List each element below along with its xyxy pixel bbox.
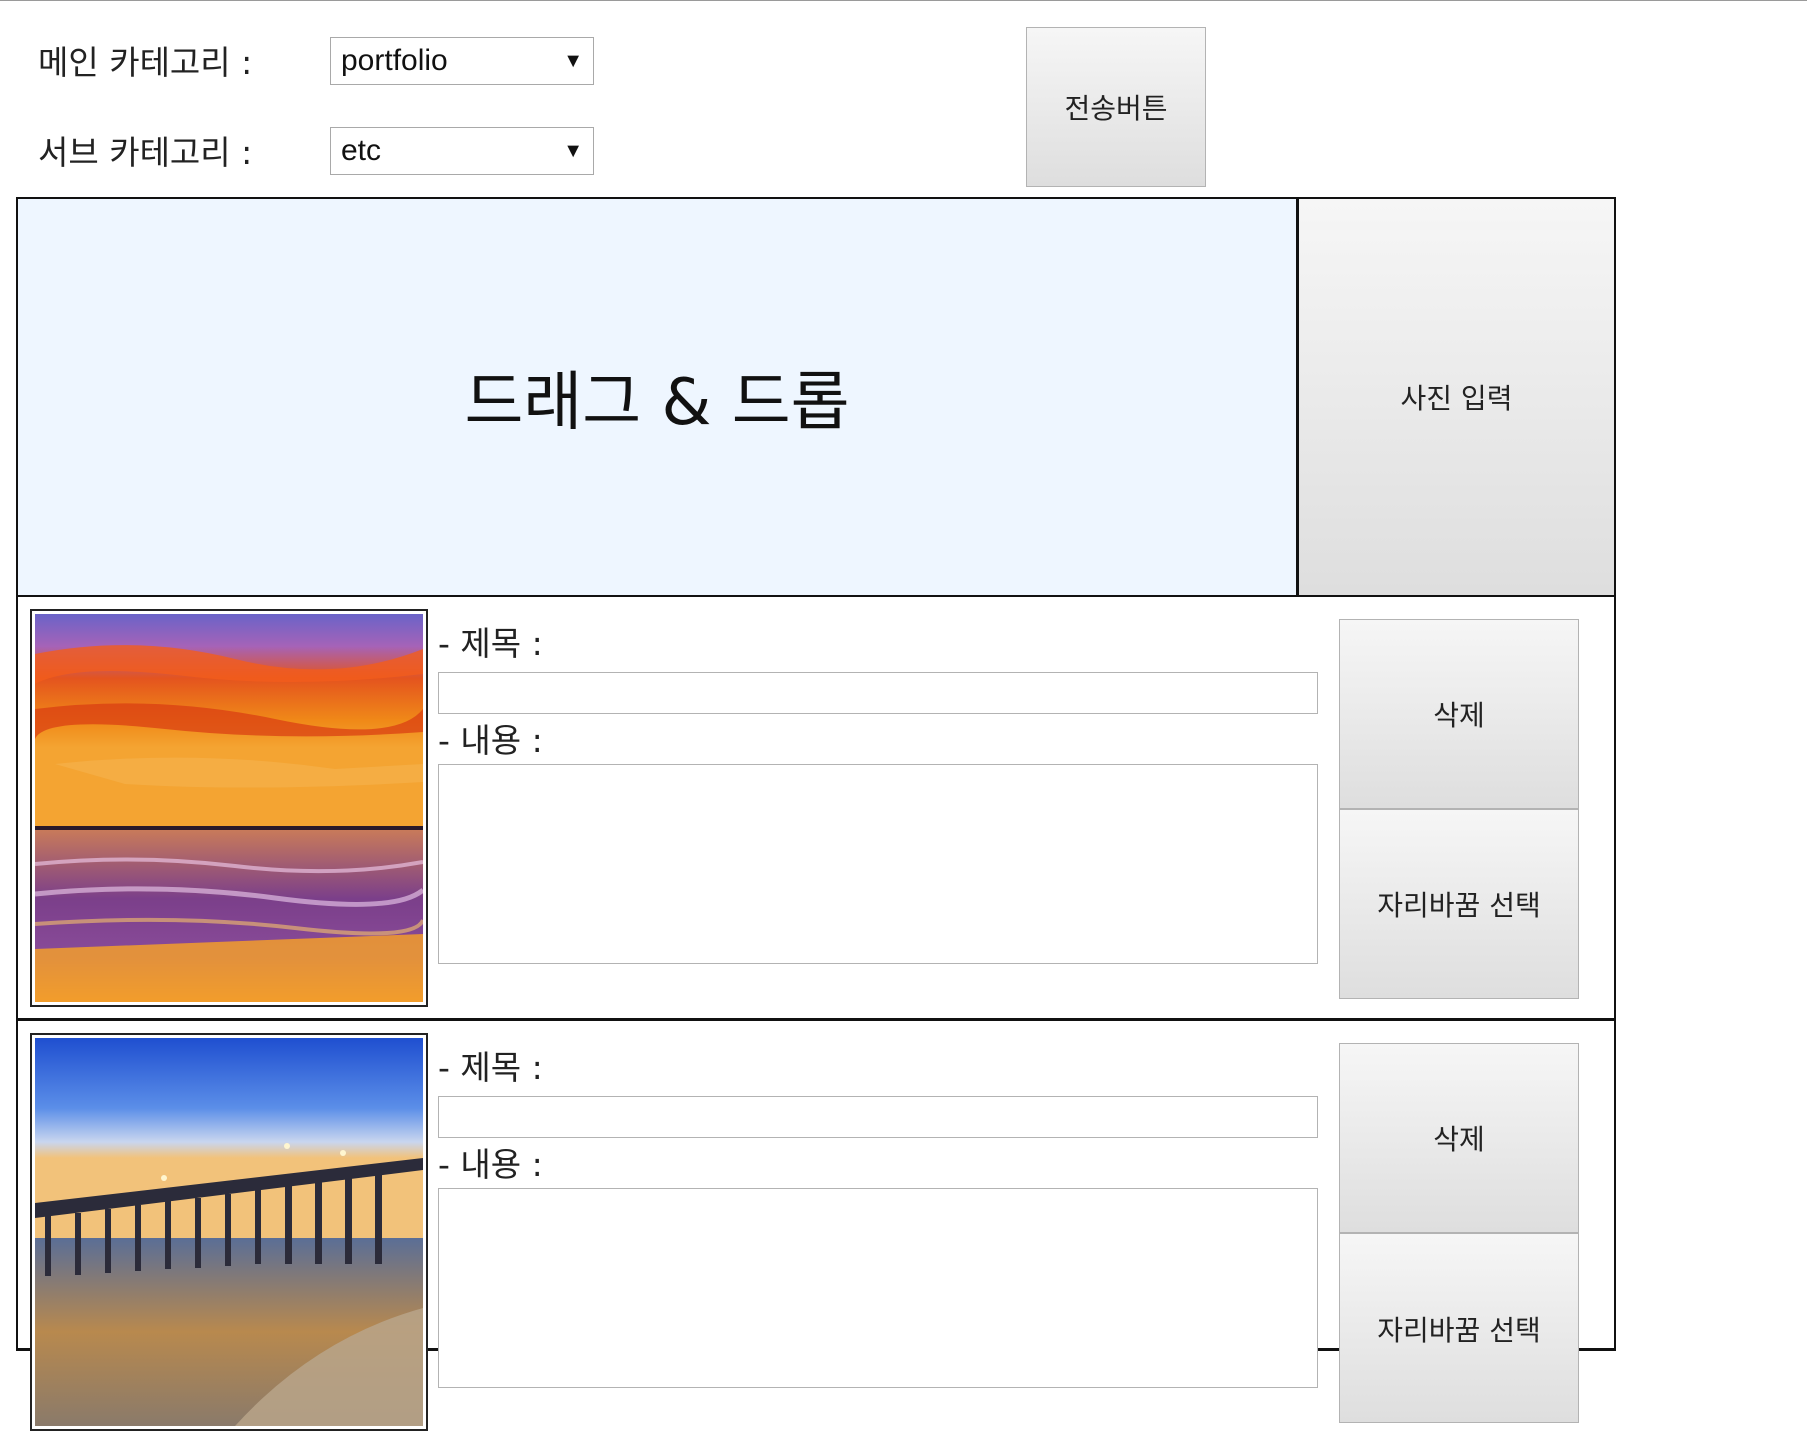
photo-thumbnail-frame bbox=[30, 1033, 428, 1431]
swap-select-button-label: 자리바꿈 선택 bbox=[1377, 889, 1541, 922]
content-label: - 내용 : bbox=[438, 1145, 543, 1184]
title-input[interactable] bbox=[438, 1096, 1318, 1138]
photo-thumbnail-frame bbox=[30, 609, 428, 1007]
submit-button[interactable]: 전송버튼 bbox=[1026, 27, 1206, 187]
photo-input-label: 사진 입력 bbox=[1400, 382, 1513, 415]
swap-select-button[interactable]: 자리바꿈 선택 bbox=[1339, 1233, 1579, 1423]
submit-button-label: 전송버튼 bbox=[1064, 92, 1168, 125]
content-textarea[interactable] bbox=[438, 764, 1318, 964]
delete-button[interactable]: 삭제 bbox=[1339, 1043, 1579, 1233]
photo-input-button[interactable]: 사진 입력 bbox=[1299, 199, 1614, 595]
title-label: - 제목 : bbox=[438, 1048, 543, 1087]
title-label: - 제목 : bbox=[438, 624, 543, 663]
photo-thumbnail bbox=[35, 1038, 423, 1426]
content-textarea[interactable] bbox=[438, 1188, 1318, 1388]
title-input[interactable] bbox=[438, 672, 1318, 714]
sub-category-select[interactable]: etc ▼ bbox=[330, 127, 594, 175]
delete-button-label: 삭제 bbox=[1433, 1123, 1485, 1156]
swap-select-button[interactable]: 자리바꿈 선택 bbox=[1339, 809, 1579, 999]
delete-button-label: 삭제 bbox=[1433, 699, 1485, 732]
main-category-value: portfolio bbox=[341, 44, 448, 77]
top-divider bbox=[0, 0, 1807, 1]
drag-drop-text: 드래그 & 드롭 bbox=[464, 366, 850, 440]
main-category-label: 메인 카테고리 : bbox=[38, 43, 253, 82]
main-category-select[interactable]: portfolio ▼ bbox=[330, 37, 594, 85]
chevron-down-icon: ▼ bbox=[563, 50, 583, 72]
chevron-down-icon: ▼ bbox=[563, 140, 583, 162]
sub-category-label: 서브 카테고리 : bbox=[38, 133, 253, 172]
sub-category-value: etc bbox=[341, 134, 382, 167]
content-label: - 내용 : bbox=[438, 721, 543, 760]
swap-select-button-label: 자리바꿈 선택 bbox=[1377, 1314, 1541, 1347]
delete-button[interactable]: 삭제 bbox=[1339, 619, 1579, 809]
photo-entry: - 제목 : - 내용 : 삭제 자리바꿈 선택 bbox=[16, 1021, 1616, 1431]
drag-drop-zone[interactable]: 드래그 & 드롭 bbox=[18, 199, 1296, 595]
photo-thumbnail bbox=[35, 614, 423, 1002]
photo-entry: - 제목 : - 내용 : 삭제 자리바꿈 선택 bbox=[16, 597, 1616, 1021]
